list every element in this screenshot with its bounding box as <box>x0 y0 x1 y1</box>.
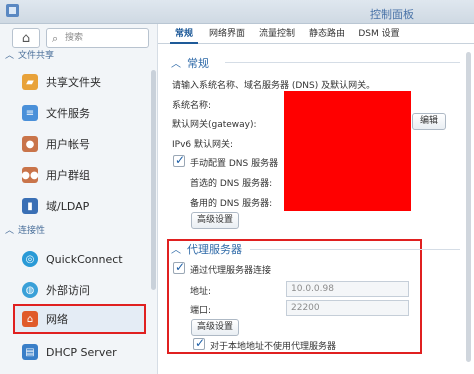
tab-dsm-settings[interactable]: DSM 设置 <box>356 24 402 44</box>
section-header-file-sharing[interactable]: ︿ 文件共享 <box>0 48 150 64</box>
manual-dns-label: 手动配置 DNS 服务器 <box>190 159 279 169</box>
sidebar-item-label: 网络 <box>46 313 68 326</box>
chevron-up-icon: ︿ <box>5 51 15 61</box>
gateway-label: 默认网关(gateway): <box>172 120 257 130</box>
section-header-connectivity[interactable]: ︿ 连接性 <box>0 223 150 239</box>
globe-icon: ◍ <box>22 282 38 298</box>
sidebar-item-label: 域/LDAP <box>46 200 90 213</box>
tab-network-interface[interactable]: 网络界面 <box>206 24 248 44</box>
chevron-up-icon: ︿ <box>171 59 181 70</box>
user-icon: ● <box>22 136 38 152</box>
proxy-divider <box>250 249 460 250</box>
sidebar-item-label: 用户帐号 <box>46 138 90 151</box>
sidebar-item-label: DHCP Server <box>46 345 117 359</box>
sidebar-item-file-services[interactable]: ≡ 文件服务 <box>0 98 150 128</box>
general-advanced-button[interactable]: 高级设置 <box>191 212 239 229</box>
proxy-address-input[interactable]: 10.0.0.98 <box>286 281 409 297</box>
sidebar-item-external-access[interactable]: ◍ 外部访问 <box>0 275 150 305</box>
sidebar: ⌂ ⌕ ︿ 文件共享 ▰ 共享文件夹 ≡ 文件服务 ● 用户帐号 ●● 用户群组… <box>0 24 158 374</box>
connect-via-proxy-checkbox[interactable] <box>173 260 185 274</box>
general-description: 请输入系统名称、域名服务器 (DNS) 及默认网关。 <box>172 81 376 91</box>
dhcp-icon: ▤ <box>22 344 38 360</box>
redacted-area <box>284 91 411 211</box>
folder-share-icon: ▰ <box>22 74 38 90</box>
search-box[interactable]: ⌕ <box>46 28 149 48</box>
proxy-address-label: 地址: <box>190 287 212 297</box>
sidebar-item-network[interactable]: ⌂ 网络 <box>13 304 146 334</box>
window-title: 控制面板 <box>370 8 414 21</box>
quickconnect-icon: ◎ <box>22 251 38 267</box>
search-icon: ⌕ <box>52 32 59 45</box>
edit-button[interactable]: 编辑 <box>412 113 446 130</box>
sidebar-item-domain-ldap[interactable]: ▮ 域/LDAP <box>0 191 150 221</box>
bypass-local-checkbox[interactable] <box>193 336 205 350</box>
proxy-port-label: 端口: <box>190 306 212 316</box>
general-divider <box>225 62 460 63</box>
sidebar-item-label: 用户群组 <box>46 169 90 182</box>
ipv6-gateway-label: IPv6 默认网关: <box>172 140 234 150</box>
bypass-local-label: 对于本地地址不使用代理服务器 <box>210 342 337 352</box>
sidebar-item-label: 外部访问 <box>46 284 90 297</box>
sidebar-item-label: 共享文件夹 <box>46 76 101 89</box>
domain-icon: ▮ <box>22 198 38 214</box>
chevron-up-icon: ︿ <box>5 226 15 236</box>
proxy-advanced-button[interactable]: 高级设置 <box>191 319 239 336</box>
home-button[interactable]: ⌂ <box>12 28 40 48</box>
network-house-icon: ⌂ <box>22 311 38 327</box>
sidebar-item-shared-folder[interactable]: ▰ 共享文件夹 <box>0 67 150 97</box>
sidebar-item-label: 文件服务 <box>46 107 90 120</box>
group-icon: ●● <box>21 167 39 183</box>
sidebar-item-group[interactable]: ●● 用户群组 <box>0 160 150 190</box>
sidebar-item-dhcp-server[interactable]: ▤ DHCP Server <box>0 337 150 367</box>
chevron-up-icon: ︿ <box>171 245 181 256</box>
search-input[interactable] <box>65 31 145 45</box>
section-title-text: 代理服务器 <box>187 243 242 256</box>
alternate-dns-label: 备用的 DNS 服务器: <box>190 199 273 209</box>
title-bar: 控制面板 <box>0 0 474 24</box>
sidebar-item-label: QuickConnect <box>46 252 123 266</box>
main-scrollbar[interactable] <box>466 52 471 362</box>
preferred-dns-label: 首选的 DNS 服务器: <box>190 179 273 189</box>
system-name-label: 系统名称: <box>172 101 212 111</box>
sidebar-scrollbar[interactable] <box>151 70 156 290</box>
tab-static-route[interactable]: 静态路由 <box>306 24 348 44</box>
proxy-section-title[interactable]: ︿ 代理服务器 <box>171 241 242 257</box>
home-icon: ⌂ <box>21 30 31 46</box>
connect-via-proxy-label: 通过代理服务器连接 <box>190 266 272 276</box>
section-label: 文件共享 <box>18 51 55 61</box>
sidebar-item-user[interactable]: ● 用户帐号 <box>0 129 150 159</box>
sidebar-item-quickconnect[interactable]: ◎ QuickConnect <box>0 244 150 274</box>
tab-traffic-control[interactable]: 流量控制 <box>256 24 298 44</box>
tab-general[interactable]: 常规 <box>170 24 198 44</box>
manual-dns-checkbox[interactable] <box>173 153 185 167</box>
proxy-port-input[interactable]: 22200 <box>286 300 409 316</box>
tab-bar: 常规 网络界面 流量控制 静态路由 DSM 设置 <box>158 24 474 44</box>
section-title-text: 常规 <box>187 57 209 70</box>
general-section-title[interactable]: ︿ 常规 <box>171 55 209 71</box>
section-label: 连接性 <box>18 226 46 236</box>
file-services-icon: ≡ <box>22 105 38 121</box>
